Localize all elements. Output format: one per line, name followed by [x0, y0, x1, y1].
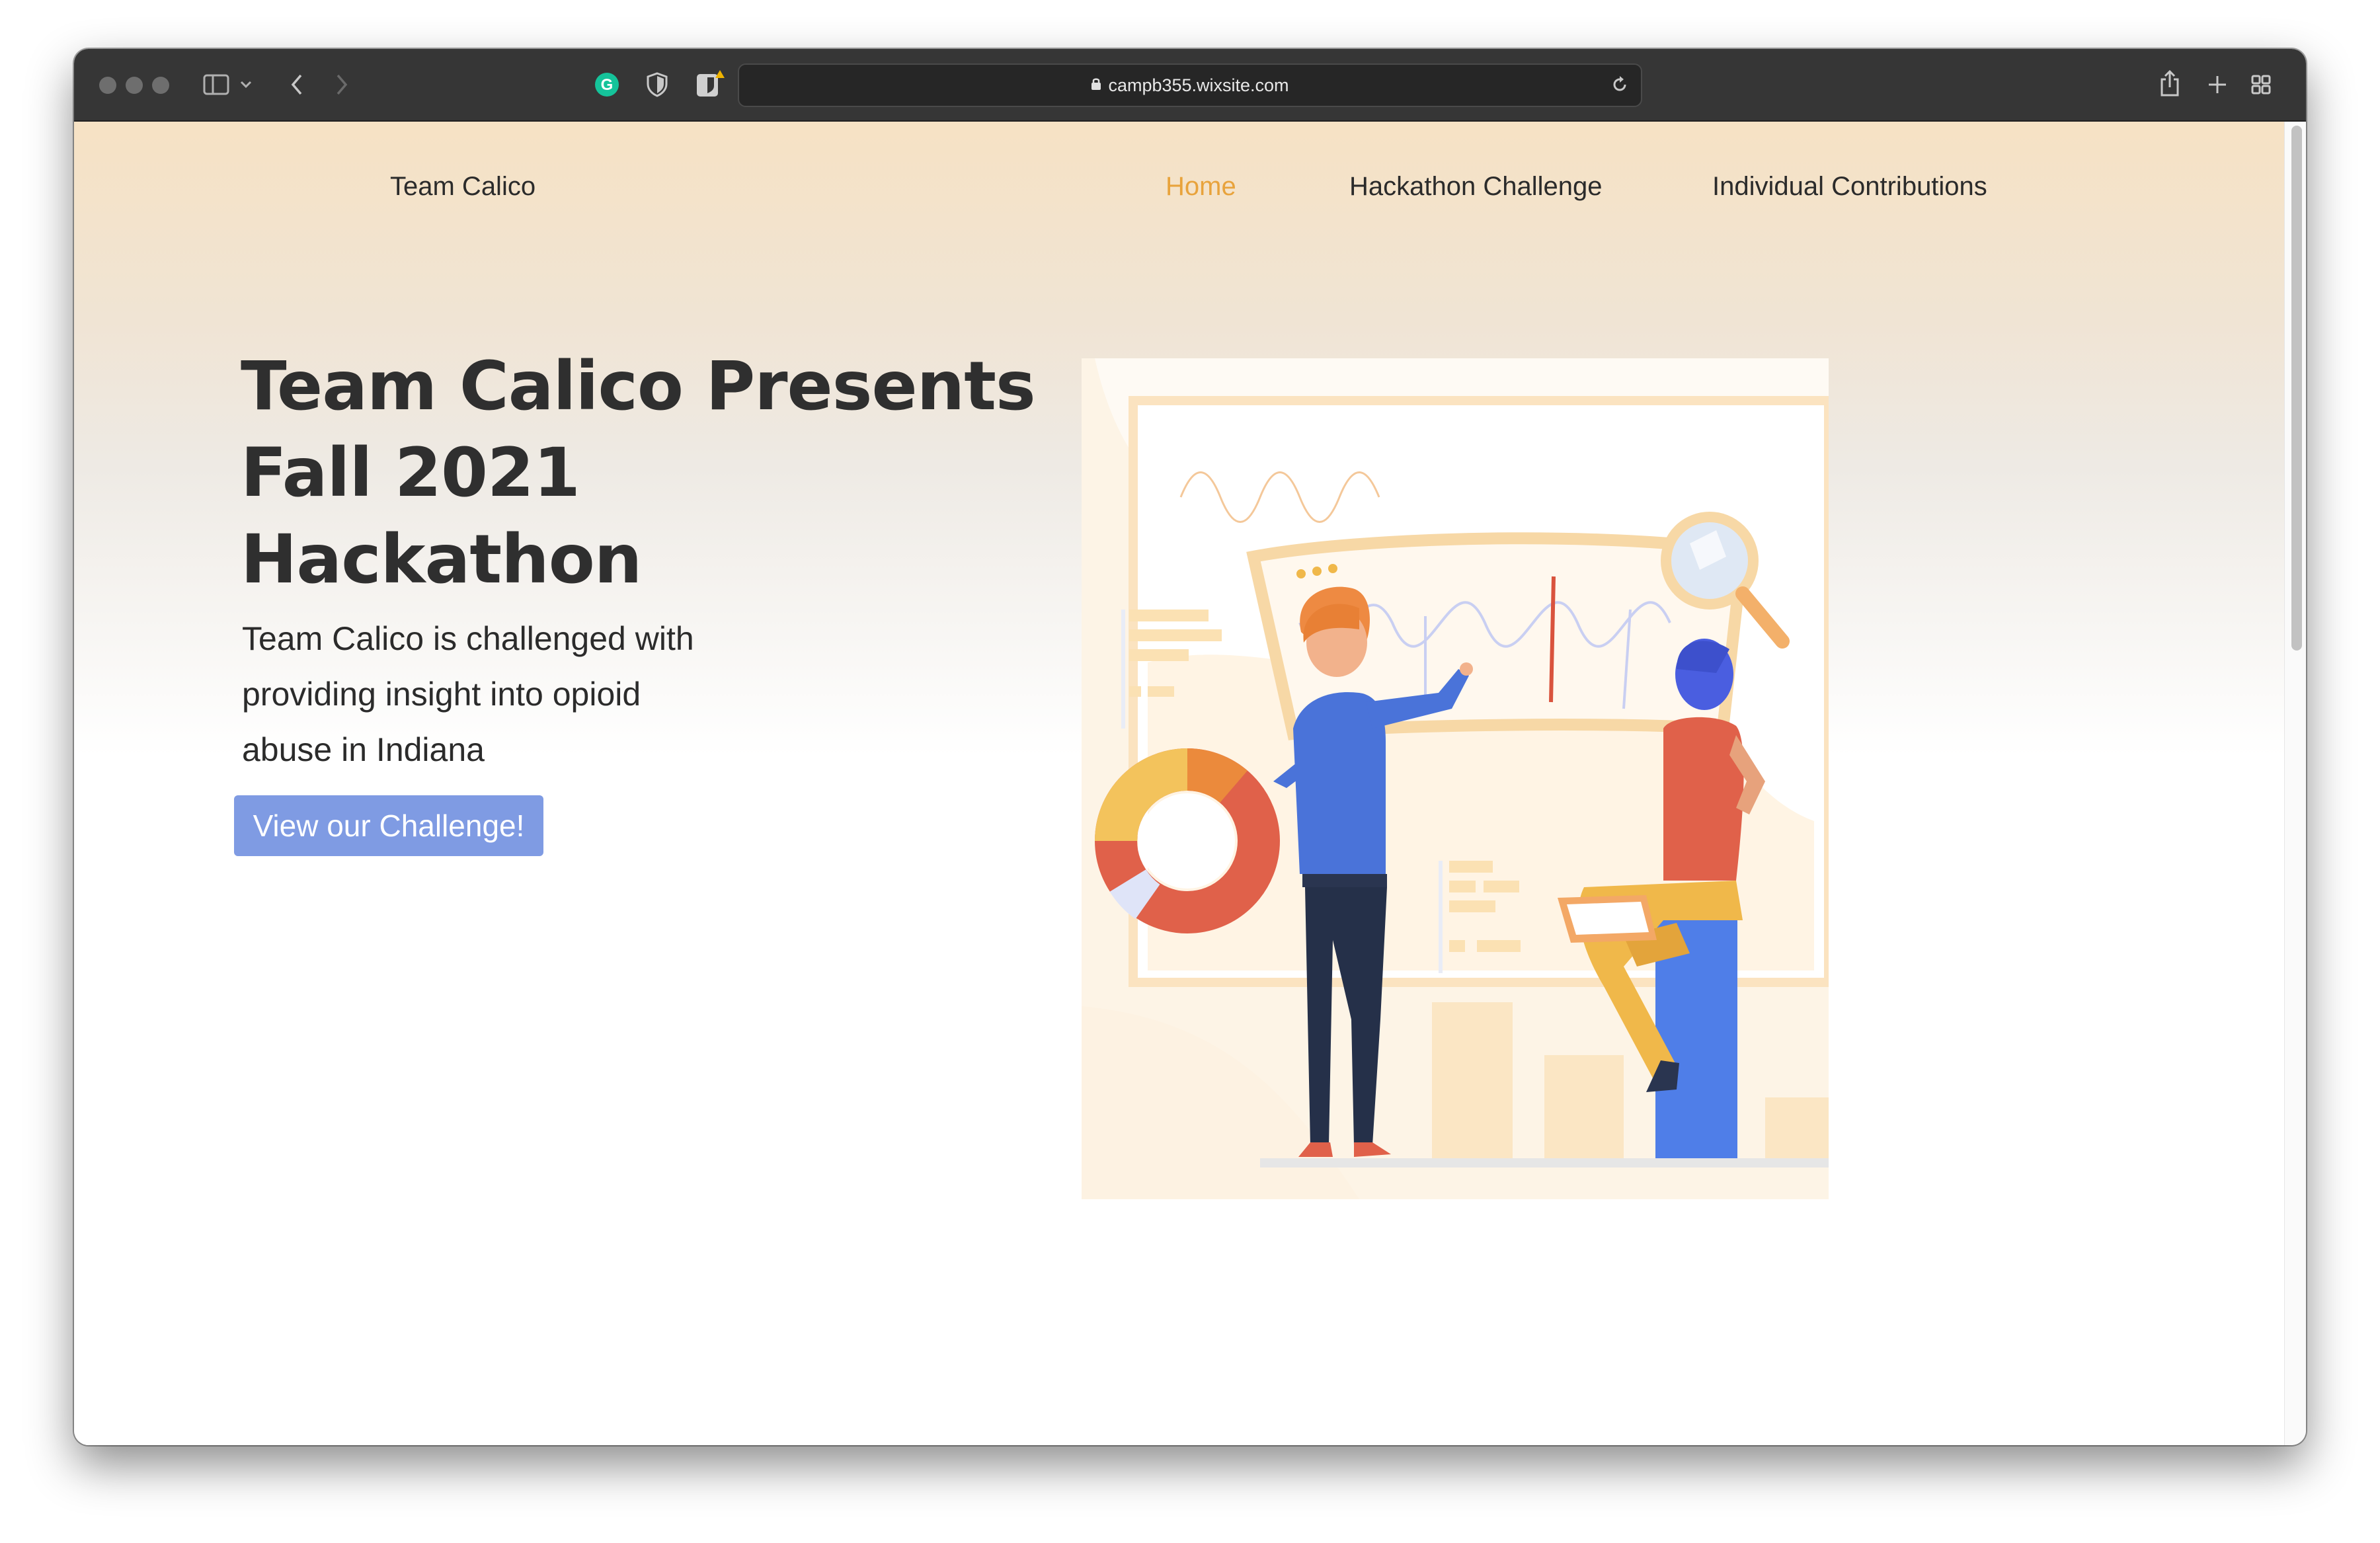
back-icon[interactable] — [287, 71, 307, 98]
reload-icon[interactable] — [1609, 74, 1630, 95]
hero-subtitle-line: providing insight into opioid — [242, 676, 641, 713]
page-content: Team Calico Home Hackathon Challenge Ind… — [74, 122, 2285, 1445]
new-tab-icon[interactable] — [2205, 73, 2229, 97]
site-name[interactable]: Team Calico — [390, 172, 536, 202]
svg-text:G: G — [601, 76, 614, 94]
tab-overview-icon[interactable] — [2249, 73, 2273, 97]
browser-toolbar: G campb355.wixsite.com — [74, 49, 2306, 122]
zoom-window-button[interactable] — [152, 77, 169, 94]
hero-title-line: Team Calico Presents — [241, 347, 1036, 426]
bitwarden-icon[interactable] — [693, 69, 726, 99]
url-text: campb355.wixsite.com — [1108, 75, 1289, 95]
minimize-window-button[interactable] — [126, 77, 143, 94]
nav-individual-contributions[interactable]: Individual Contributions — [1712, 172, 1987, 202]
close-window-button[interactable] — [99, 77, 116, 94]
nav-home[interactable]: Home — [1166, 172, 1236, 202]
address-bar[interactable]: campb355.wixsite.com — [738, 63, 1642, 107]
hero-title: Team Calico Presents Fall 2021 Hackathon — [241, 343, 1036, 603]
hero-subtitle: Team Calico is challenged with providing… — [242, 611, 744, 777]
hero-subtitle-line: abuse in Indiana — [242, 731, 485, 768]
hero-subtitle-line: Team Calico is challenged with — [242, 620, 694, 657]
hero-illustration — [1082, 358, 1829, 1199]
hero-title-line: Fall 2021 — [241, 434, 580, 512]
forward-icon[interactable] — [332, 71, 352, 98]
share-icon[interactable] — [2158, 67, 2182, 99]
view-challenge-button[interactable]: View our Challenge! — [234, 795, 543, 856]
grammarly-icon[interactable]: G — [594, 71, 620, 98]
scrollbar-thumb[interactable] — [2291, 126, 2302, 651]
sidebar-icon[interactable] — [202, 73, 230, 97]
browser-window: G campb355.wixsite.com Team Calico Home … — [74, 49, 2306, 1445]
nav-hackathon-challenge[interactable]: Hackathon Challenge — [1349, 172, 1602, 202]
chevron-down-icon[interactable] — [238, 75, 254, 94]
hero-title-line: Hackathon — [241, 520, 642, 599]
shield-icon[interactable] — [644, 71, 670, 98]
url-display: campb355.wixsite.com — [739, 65, 1641, 106]
lock-icon — [1091, 64, 1101, 105]
